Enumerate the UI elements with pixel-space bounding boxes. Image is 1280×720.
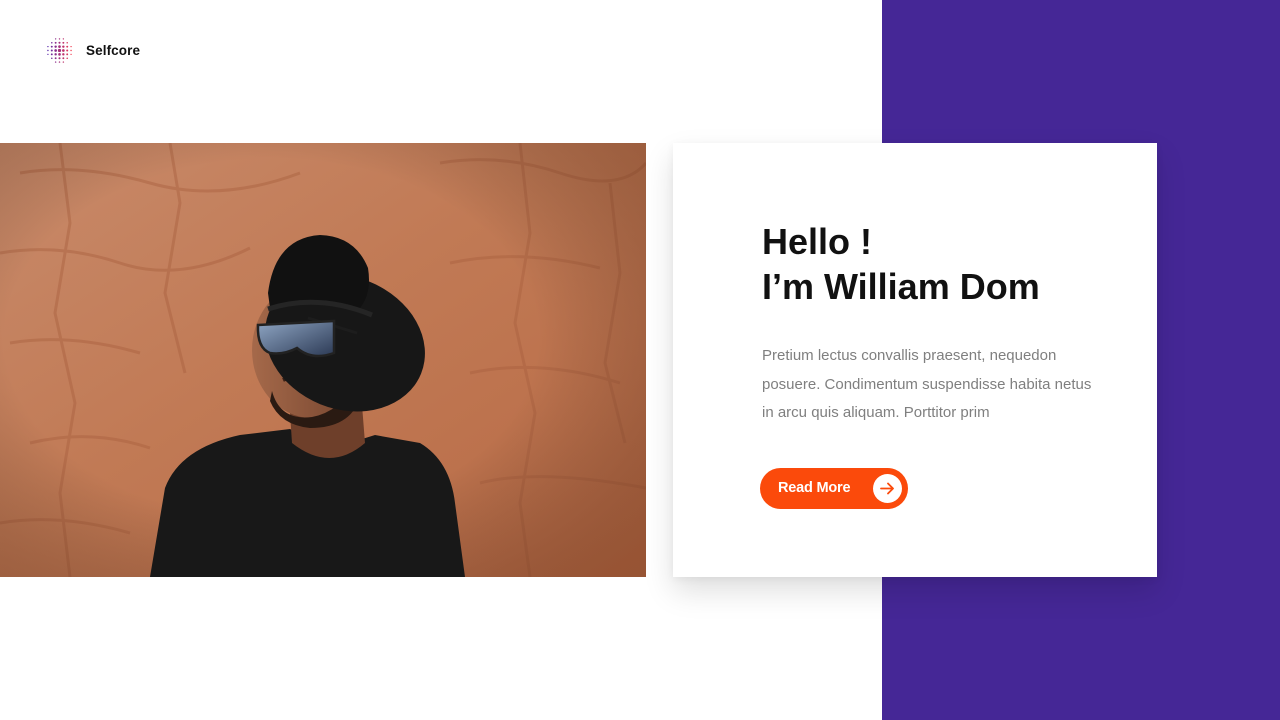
arrow-right-icon — [873, 474, 902, 503]
logo-dot — [62, 57, 65, 60]
logo-dot — [66, 49, 69, 52]
logo-dot — [70, 49, 72, 52]
logo-dot — [66, 45, 69, 48]
logo-dot — [54, 49, 57, 52]
logo-dot — [62, 61, 65, 63]
logo-dot — [58, 45, 61, 48]
logo-dot — [51, 57, 53, 59]
logo-dot — [54, 41, 57, 44]
logo-dot — [58, 53, 61, 56]
logo-dot — [70, 45, 72, 48]
greeting-line: Hello ! — [762, 221, 873, 262]
logo-dot — [62, 38, 65, 40]
portrait-photo — [0, 143, 646, 577]
logo-dot — [54, 61, 57, 63]
logo-dot — [47, 45, 49, 48]
logo-dot — [62, 45, 65, 48]
hero-heading: Hello ! I’m William Dom — [762, 219, 1040, 309]
logo-dot — [47, 49, 49, 52]
logo-dot — [62, 41, 65, 44]
logo-dot — [66, 53, 69, 56]
read-more-button[interactable]: Read More — [760, 468, 908, 509]
read-more-label: Read More — [778, 480, 851, 496]
hero-description: Pretium lectus convallis praesent, neque… — [762, 347, 1092, 421]
brand-name: Selfcore — [86, 43, 141, 58]
dot-grid-logo-icon — [47, 38, 72, 63]
logo-dot — [54, 53, 57, 56]
logo-dot — [70, 53, 72, 56]
logo-dot — [51, 42, 53, 44]
logo-dot — [54, 45, 57, 48]
logo-dot — [62, 53, 65, 56]
logo-dot — [54, 57, 57, 60]
logo-dot — [47, 53, 49, 56]
logo-dot — [58, 38, 61, 40]
logo-dot — [66, 42, 68, 44]
logo-dot — [66, 57, 68, 59]
logo-dot — [54, 38, 57, 40]
logo-dot — [58, 57, 61, 60]
name-line: I’m William Dom — [762, 266, 1040, 307]
logo-dot — [57, 48, 62, 53]
logo-dot — [50, 49, 53, 52]
intro-card: Hello ! I’m William Dom Pretium lectus c… — [673, 143, 1157, 577]
logo-dot — [58, 61, 61, 63]
logo-dot — [50, 45, 53, 48]
logo-dot — [58, 41, 61, 44]
brand[interactable]: Selfcore — [46, 37, 140, 64]
logo-dot — [50, 53, 53, 56]
logo-dot — [62, 49, 65, 52]
